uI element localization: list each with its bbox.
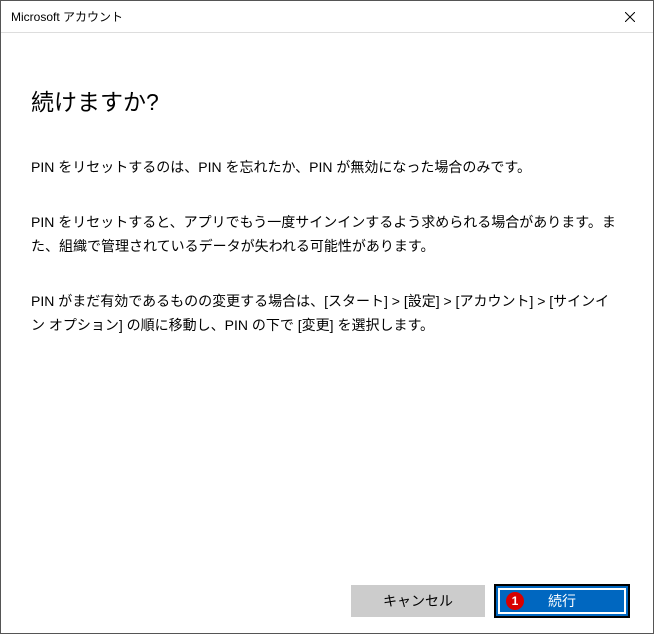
annotation-badge: 1 — [506, 592, 524, 610]
cancel-button[interactable]: キャンセル — [351, 585, 485, 617]
dialog-paragraph-1: PIN をリセットするのは、PIN を忘れたか、PIN が無効になった場合のみで… — [31, 155, 623, 180]
window-title: Microsoft アカウント — [11, 8, 123, 25]
continue-button-label: 続行 — [548, 591, 576, 611]
close-icon — [625, 12, 635, 22]
dialog-paragraph-2: PIN をリセットすると、アプリでもう一度サインインするよう求められる場合があり… — [31, 210, 623, 259]
dialog-heading: 続けますか? — [31, 83, 623, 117]
dialog-footer: キャンセル 1 続行 — [1, 569, 653, 633]
dialog-window: Microsoft アカウント 続けますか? PIN をリセットするのは、PIN… — [0, 0, 654, 634]
titlebar: Microsoft アカウント — [1, 1, 653, 33]
dialog-paragraph-3: PIN がまだ有効であるものの変更する場合は、[スタート] > [設定] > [… — [31, 289, 623, 338]
dialog-content: 続けますか? PIN をリセットするのは、PIN を忘れたか、PIN が無効にな… — [1, 33, 653, 569]
close-button[interactable] — [607, 1, 653, 32]
continue-button[interactable]: 1 続行 — [495, 585, 629, 617]
cancel-button-label: キャンセル — [383, 591, 453, 611]
